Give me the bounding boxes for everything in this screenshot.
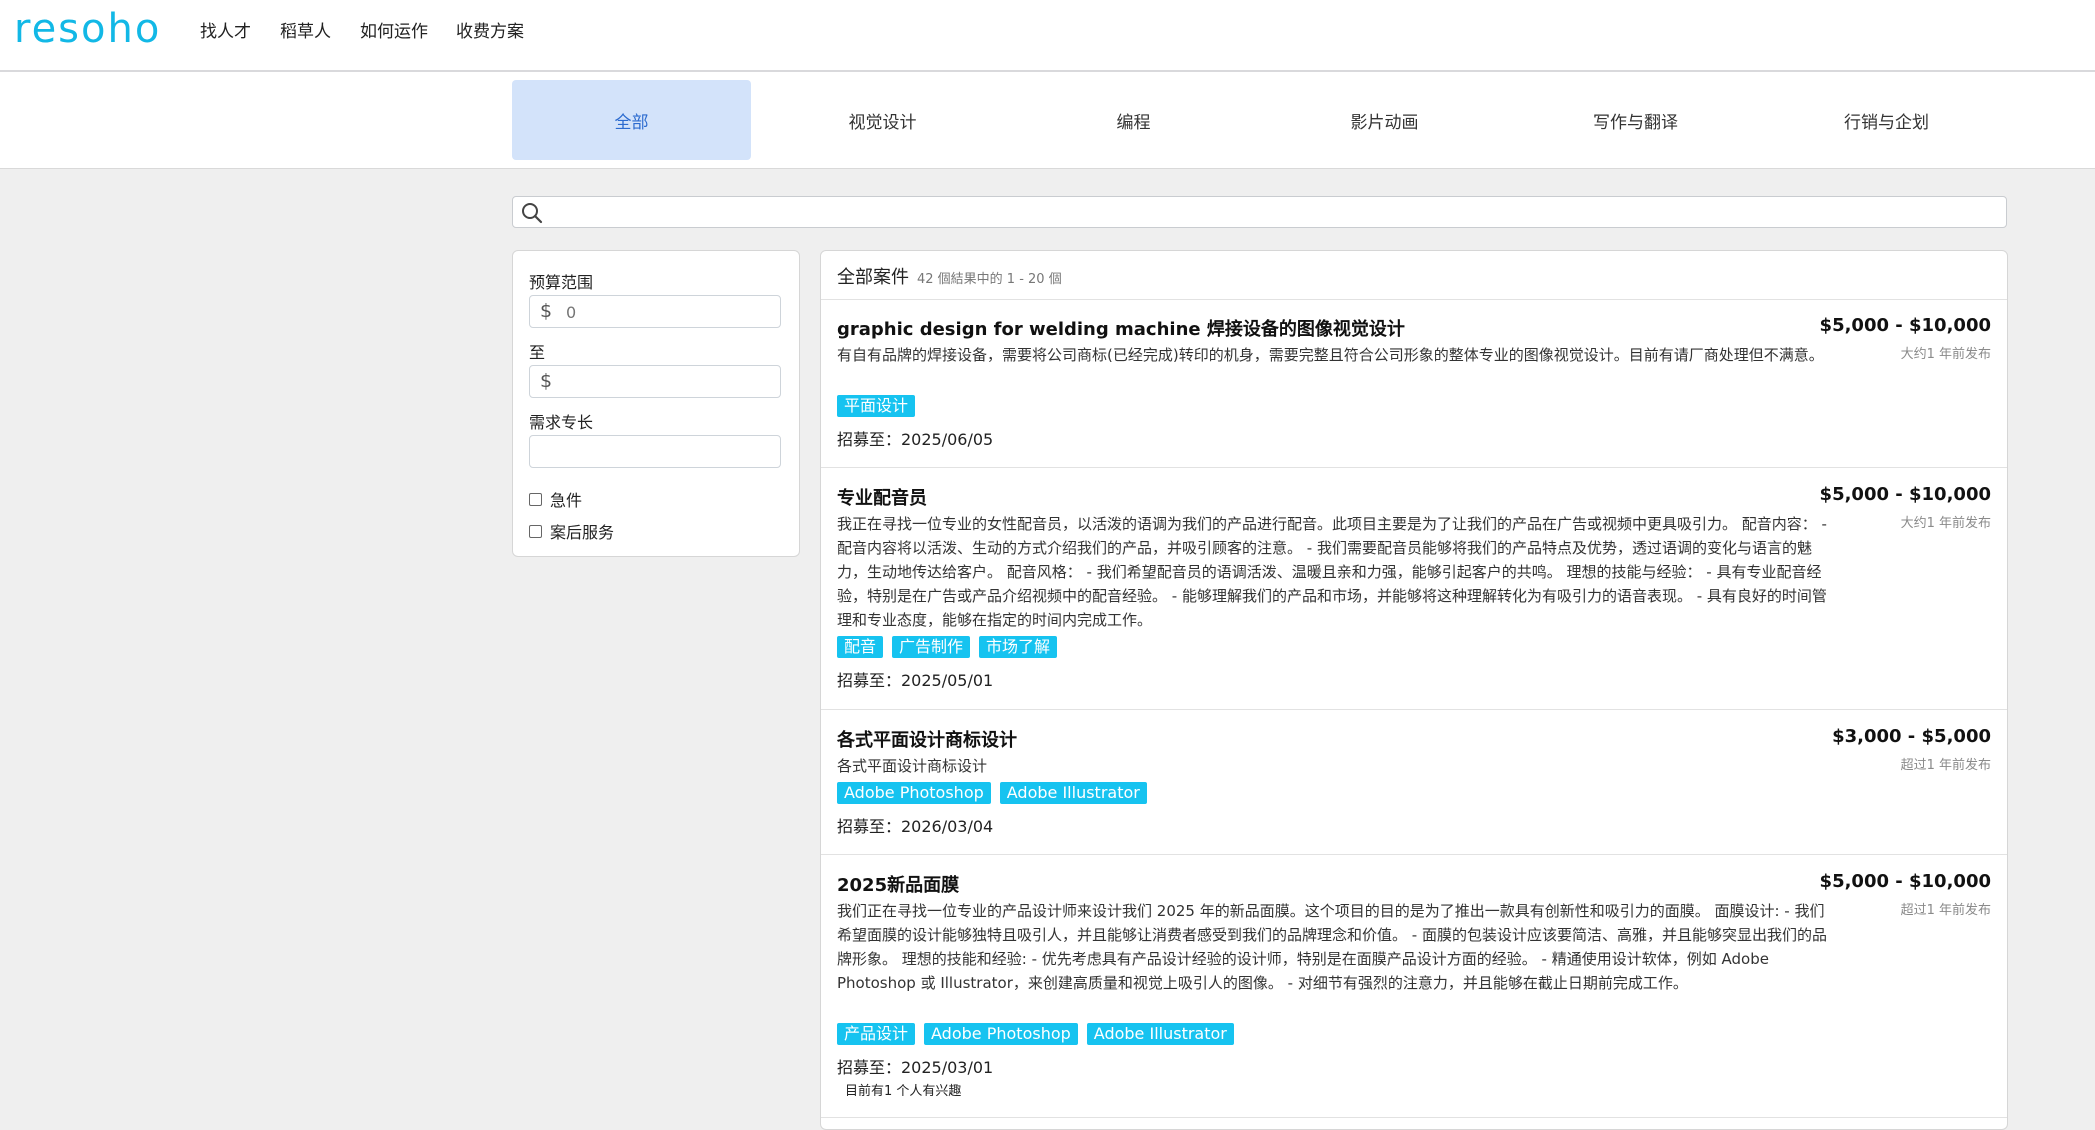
job-description: 有自有品牌的焊接设备，需要将公司商标(已经完成)转印的机身，需要完整且符合公司形…: [837, 346, 1824, 364]
job-posted: 大约1 年前发布: [1900, 516, 1991, 531]
tab-visual-design[interactable]: 视觉设计: [763, 80, 1002, 160]
job-item[interactable]: 2025新品面膜 我们正在寻找一位专业的产品设计师来设计我们 2025 年的新品…: [821, 855, 2007, 1118]
job-deadline: 招募至：2025/03/01: [837, 1058, 994, 1077]
job-posted: 超过1 年前发布: [1900, 758, 1991, 773]
job-description: 我正在寻找一位专业的女性配音员，以活泼的语调为我们的产品进行配音。此项目主要是为…: [837, 515, 1827, 629]
job-title[interactable]: 2025新品面膜: [837, 871, 959, 897]
job-interest-count: 目前有1 个人有兴趣: [845, 1084, 962, 1099]
nav-how-it-works[interactable]: 如何运作: [360, 17, 428, 42]
skill-tag[interactable]: 产品设计: [837, 1023, 916, 1045]
results-count: 42 個結果中的 1 - 20 個: [917, 272, 1062, 287]
job-item[interactable]: graphic design for welding machine 焊接设备的…: [821, 299, 2007, 468]
skill-tag[interactable]: Adobe Illustrator: [1086, 1023, 1234, 1045]
tab-marketing-planning[interactable]: 行销与企划: [1767, 80, 2006, 160]
resoho-logo[interactable]: resoho: [14, 4, 174, 52]
filter-panel: 预算范围 $ 至 $ 需求专长 急件 案后服务: [512, 250, 800, 557]
job-price: $3,000 - $5,000: [1832, 726, 1991, 747]
tab-video-animation[interactable]: 影片动画: [1265, 80, 1504, 160]
skill-tag[interactable]: 配音: [837, 636, 884, 658]
urgent-label: 急件: [550, 491, 583, 510]
skill-tag[interactable]: 市场了解: [979, 636, 1058, 658]
checkbox-box[interactable]: [529, 492, 542, 506]
job-tags: 产品设计 Adobe Photoshop Adobe Illustrator: [837, 1023, 1234, 1045]
job-price: $5,000 - $10,000: [1819, 315, 1991, 336]
skill-tag[interactable]: Adobe Photoshop: [837, 782, 991, 804]
tab-programming[interactable]: 编程: [1014, 80, 1253, 160]
skill-input[interactable]: [540, 440, 749, 465]
job-deadline: 招募至：2026/03/04: [837, 817, 994, 836]
budget-min-field: $: [529, 295, 781, 328]
job-tags: 配音 广告制作 市场了解: [837, 636, 1058, 658]
skill-tag[interactable]: Adobe Photoshop: [924, 1023, 1078, 1045]
job-posted: 大约1 年前发布: [1900, 347, 1991, 362]
job-title[interactable]: 各式平面设计商标设计: [837, 726, 1017, 752]
job-title[interactable]: 专业配音员: [837, 484, 927, 510]
job-posted: 超过1 年前发布: [1900, 903, 1991, 918]
checkbox-box[interactable]: [529, 524, 542, 538]
aftersale-checkbox[interactable]: 案后服务: [529, 519, 614, 543]
aftersale-label: 案后服务: [550, 523, 615, 542]
job-item[interactable]: 各式平面设计商标设计 各式平面设计商标设计 Adobe Photoshop Ad…: [821, 710, 2007, 855]
budget-min-input[interactable]: [564, 300, 773, 325]
dollar-icon: $: [540, 370, 553, 392]
urgent-checkbox[interactable]: 急件: [529, 487, 582, 511]
results-title: 全部案件: [837, 267, 909, 288]
job-price: $5,000 - $10,000: [1819, 871, 1991, 892]
job-tags: Adobe Photoshop Adobe Illustrator: [837, 782, 1147, 804]
search-input[interactable]: [549, 199, 1993, 227]
budget-max-field: $: [529, 365, 781, 398]
job-item[interactable]: 专业配音员 我正在寻找一位专业的女性配音员，以活泼的语调为我们的产品进行配音。此…: [821, 468, 2007, 710]
dollar-icon: $: [540, 300, 553, 322]
job-deadline: 招募至：2025/06/05: [837, 430, 994, 449]
nav-pricing[interactable]: 收费方案: [456, 17, 524, 42]
job-tags: 平面设计: [837, 395, 916, 417]
search-icon[interactable]: [521, 202, 543, 224]
job-deadline: 招募至：2025/05/01: [837, 671, 994, 690]
nav-find-talent[interactable]: 找人才: [200, 17, 251, 42]
skill-tag[interactable]: 广告制作: [892, 636, 971, 658]
skill-label: 需求专长: [529, 413, 594, 432]
budget-max-input[interactable]: [564, 370, 773, 395]
results-panel: 全部案件 42 個結果中的 1 - 20 個 graphic design fo…: [820, 250, 2008, 1130]
nav-scarecrow[interactable]: 稻草人: [280, 17, 331, 42]
results-header: 全部案件 42 個結果中的 1 - 20 個: [821, 251, 2007, 300]
skill-tag[interactable]: Adobe Illustrator: [999, 782, 1147, 804]
job-title[interactable]: graphic design for welding machine 焊接设备的…: [837, 315, 1405, 341]
skill-tag[interactable]: 平面设计: [837, 395, 916, 417]
tab-all[interactable]: 全部: [512, 80, 751, 160]
top-nav: resoho 找人才 稻草人 如何运作 收费方案: [0, 0, 2095, 72]
to-label: 至: [529, 343, 546, 362]
tab-writing-translation[interactable]: 写作与翻译: [1516, 80, 1755, 160]
search-bar: [512, 196, 2007, 228]
job-description: 我们正在寻找一位专业的产品设计师来设计我们 2025 年的新品面膜。这个项目的目…: [837, 902, 1827, 992]
budget-label: 预算范围: [529, 273, 594, 292]
job-price: $5,000 - $10,000: [1819, 484, 1991, 505]
category-bar: 全部 视觉设计 编程 影片动画 写作与翻译 行销与企划: [0, 72, 2095, 169]
skill-field: [529, 435, 781, 468]
svg-text:resoho: resoho: [14, 6, 161, 52]
job-description: 各式平面设计商标设计: [837, 757, 988, 775]
